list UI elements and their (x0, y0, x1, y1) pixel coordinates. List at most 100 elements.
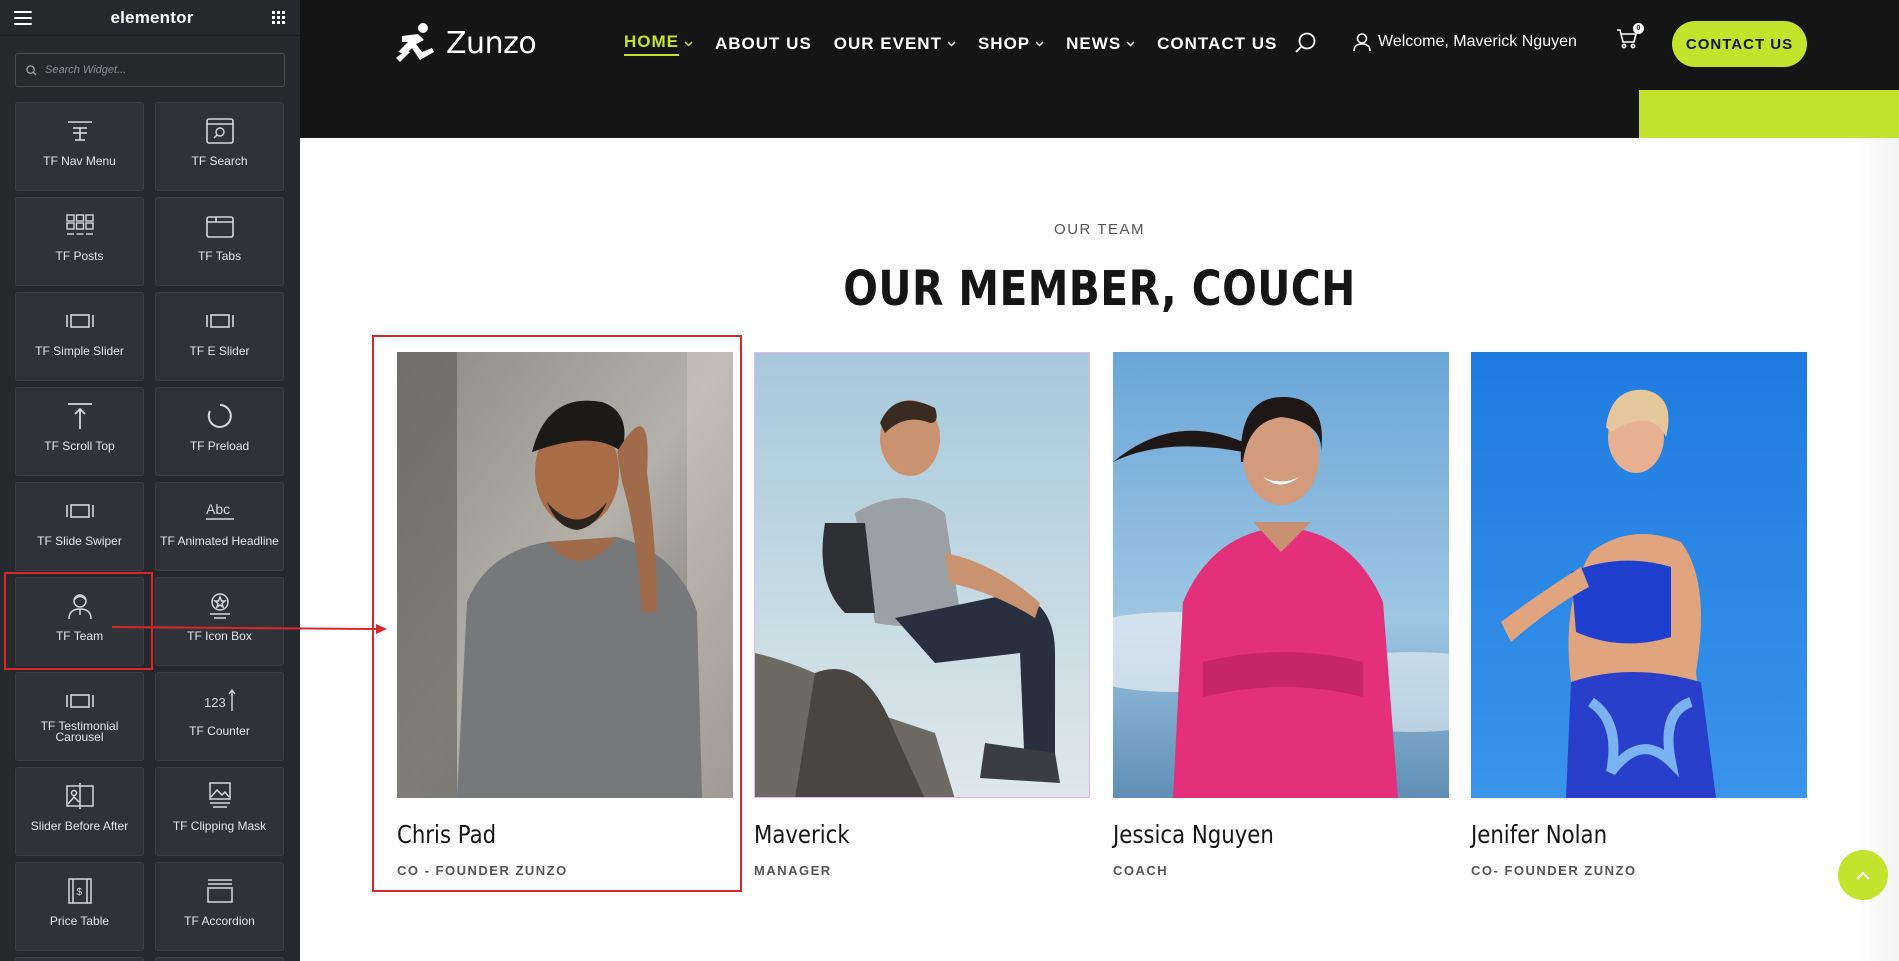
nav-home[interactable]: HOME (624, 32, 693, 56)
nav-news[interactable]: NEWS (1066, 34, 1135, 54)
widget-tf-counter[interactable]: 123 TF Counter (155, 672, 284, 761)
member-role: MANAGER (754, 863, 832, 878)
member-photo (397, 352, 733, 798)
widget-tf-simple-slider[interactable]: TF Simple Slider (15, 292, 144, 381)
accordion-icon (203, 875, 237, 907)
widget-label: TF Team (55, 629, 104, 643)
team-member-card[interactable]: Jessica Nguyen COACH (1113, 352, 1449, 878)
account-link[interactable]: Welcome, Maverick Nguyen (1352, 32, 1577, 52)
nav-label: OUR EVENT (833, 34, 942, 53)
page-edge (1855, 138, 1899, 961)
widget-tf-preload[interactable]: TF Preload (155, 387, 284, 476)
member-photo (754, 352, 1090, 798)
team-member-card[interactable]: Chris Pad CO - FOUNDER ZUNZO (397, 352, 733, 878)
member-name: Maverick (754, 820, 850, 849)
team-member-card[interactable]: Maverick MANAGER (754, 352, 1090, 878)
nav-label: CONTACT US (1157, 34, 1278, 53)
slider-icon (63, 305, 97, 337)
running-man-icon (396, 23, 434, 62)
widget-label: TF Posts (55, 249, 104, 263)
widget-search[interactable] (15, 53, 285, 87)
widget-label: TF Testimonial Carousel (40, 719, 119, 744)
widget-label: TF Simple Slider (35, 344, 124, 358)
site-header: Zunzo HOME ABOUT US OUR EVENT SHOP NEWS … (300, 0, 1899, 138)
team-person-icon (63, 590, 97, 622)
member-role: CO- FOUNDER ZUNZO (1471, 863, 1637, 878)
widget-tf-animated-headline[interactable]: Abc TF Animated Headline (155, 482, 284, 571)
member-photo (1113, 352, 1449, 798)
panel-header: elementor (0, 0, 300, 36)
preload-icon (203, 400, 237, 432)
brand-name: Zunzo (446, 25, 537, 61)
widget-tf-e-slider[interactable]: TF E Slider (155, 292, 284, 381)
widget-tf-search[interactable]: TF Search (155, 102, 284, 191)
search-icon (1295, 32, 1316, 53)
cart-count-badge: 0 (1633, 23, 1644, 34)
team-member-card[interactable]: Jenifer Nolan CO- FOUNDER ZUNZO (1471, 352, 1807, 878)
widget-next-row[interactable] (15, 957, 144, 961)
member-role: CO - FOUNDER ZUNZO (397, 863, 568, 878)
widget-label: Slider Before After (30, 819, 129, 833)
widget-label: TF Slide Swiper (37, 534, 122, 548)
elementor-panel: elementor TF Nav Menu TF Search (0, 0, 300, 961)
nav-our-event[interactable]: OUR EVENT (834, 34, 956, 54)
slider-icon (203, 305, 237, 337)
nav-label: HOME (624, 32, 679, 56)
widget-next-row[interactable] (155, 957, 284, 961)
widget-tf-scroll-top[interactable]: TF Scroll Top (15, 387, 144, 476)
before-after-icon (63, 780, 97, 812)
animated-headline-icon: Abc (203, 495, 237, 527)
cart-button[interactable]: 0 (1616, 23, 1644, 55)
nav-menu-icon (63, 115, 97, 147)
posts-grid-icon (63, 210, 97, 242)
header-accent-bar (1639, 90, 1899, 138)
chevron-up-icon (1856, 871, 1870, 880)
nav-contact-us[interactable]: CONTACT US (1157, 34, 1277, 54)
widgets-grid-icon[interactable] (272, 10, 286, 25)
widget-tf-clipping-mask[interactable]: TF Clipping Mask (155, 767, 284, 856)
member-name: Chris Pad (397, 820, 497, 849)
nav-label: NEWS (1066, 34, 1122, 53)
brand-logo[interactable]: Zunzo (396, 22, 537, 64)
tabs-icon (203, 210, 237, 242)
widget-tf-slide-swiper[interactable]: TF Slide Swiper (15, 482, 144, 571)
header-search-button[interactable] (1294, 31, 1318, 60)
widget-label: TF Search (191, 154, 248, 168)
svg-text:$: $ (76, 887, 82, 898)
member-name: Jenifer Nolan (1471, 820, 1608, 849)
widget-tf-tabs[interactable]: TF Tabs (155, 197, 284, 286)
widget-label: TF Icon Box (187, 629, 252, 643)
widget-tf-posts[interactable]: TF Posts (15, 197, 144, 286)
chevron-down-icon (1035, 41, 1044, 47)
svg-text:123: 123 (204, 695, 226, 710)
nav-label: ABOUT US (715, 34, 812, 53)
widget-label: TF Preload (189, 439, 250, 453)
widget-price-table[interactable]: $ Price Table (15, 862, 144, 951)
widget-tf-team[interactable]: TF Team (15, 577, 144, 666)
widget-label: TF Scroll Top (44, 439, 115, 453)
widget-tf-icon-box[interactable]: TF Icon Box (155, 577, 284, 666)
nav-about-us[interactable]: ABOUT US (715, 34, 812, 54)
widget-label: Price Table (49, 914, 110, 928)
widget-label: TF E Slider (189, 344, 250, 358)
main-nav: HOME ABOUT US OUR EVENT SHOP NEWS CONTAC… (624, 32, 1299, 56)
member-role: COACH (1113, 863, 1169, 878)
nav-shop[interactable]: SHOP (978, 34, 1044, 54)
contact-us-button[interactable]: CONTACT US (1672, 21, 1807, 67)
member-photo (1471, 352, 1807, 798)
menu-icon[interactable] (14, 10, 32, 25)
welcome-text: Welcome, Maverick Nguyen (1378, 33, 1577, 50)
widget-label: TF Tabs (197, 249, 242, 263)
widget-tf-accordion[interactable]: TF Accordion (155, 862, 284, 951)
widget-label: TF Nav Menu (43, 154, 116, 168)
svg-text:Abc: Abc (206, 501, 230, 517)
scroll-to-top-button[interactable] (1838, 850, 1888, 900)
widget-tf-testimonial-carousel[interactable]: TF Testimonial Carousel (15, 672, 144, 761)
elementor-logo: elementor (110, 7, 194, 27)
search-widget-icon (203, 115, 237, 147)
site-preview: Zunzo HOME ABOUT US OUR EVENT SHOP NEWS … (300, 0, 1899, 961)
widget-label: TF Counter (189, 724, 250, 738)
widget-slider-before-after[interactable]: Slider Before After (15, 767, 144, 856)
widget-tf-nav-menu[interactable]: TF Nav Menu (15, 102, 144, 191)
widget-search-input[interactable] (45, 64, 275, 76)
